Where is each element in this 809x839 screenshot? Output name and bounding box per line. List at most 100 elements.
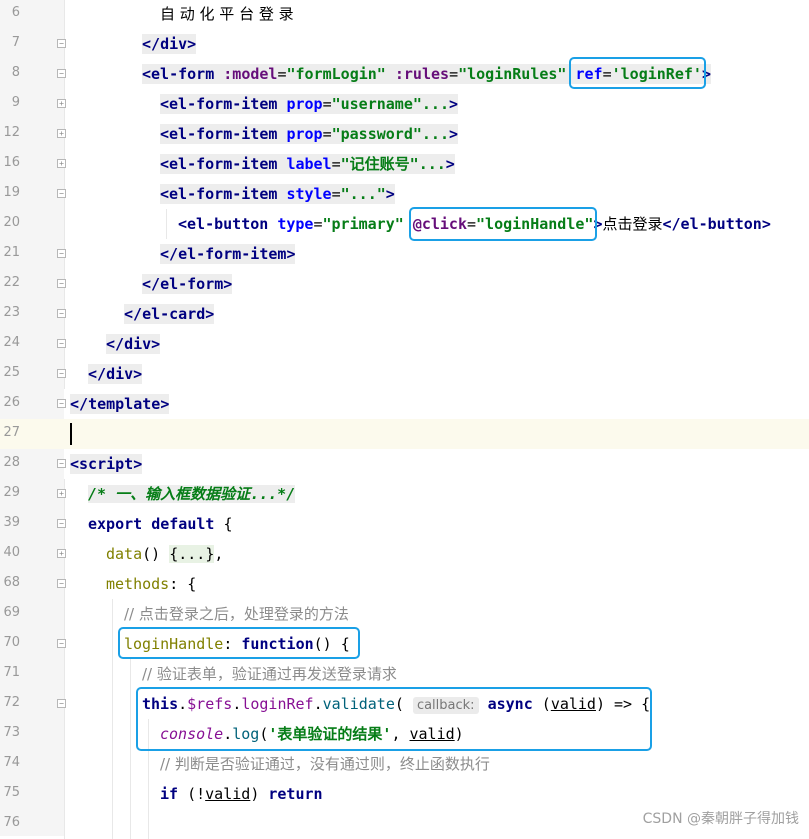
- fold-collapse-icon[interactable]: −: [57, 399, 66, 408]
- fold-expand-icon[interactable]: +: [57, 129, 66, 138]
- code-line[interactable]: 24 − </div>: [0, 329, 809, 359]
- code-token: </: [124, 305, 143, 323]
- indent-guide: [64, 749, 65, 779]
- code-line[interactable]: 7 − </div>: [0, 29, 809, 59]
- indent-guide: [130, 689, 131, 719]
- code-token: :model: [223, 65, 278, 83]
- indent-guide: [64, 809, 65, 839]
- fold-collapse-icon[interactable]: −: [57, 39, 66, 48]
- code-token: =: [313, 215, 323, 233]
- fold-collapse-icon[interactable]: −: [57, 699, 66, 708]
- code-token: 点击登录: [602, 215, 663, 233]
- line-number: 22: [3, 275, 20, 290]
- line-number: 29: [3, 485, 20, 500]
- code-line[interactable]: 22 − </el-form>: [0, 269, 809, 299]
- code-token: prop: [286, 95, 323, 113]
- code-line[interactable]: 75 if (!valid) return: [0, 779, 809, 809]
- code-line[interactable]: 16 + <el-form-item label="记住账号"...>: [0, 149, 809, 179]
- code-line[interactable]: 23 − </el-card>: [0, 299, 809, 329]
- code-text: </template>: [70, 394, 170, 414]
- indent-guide: [112, 599, 113, 629]
- line-number: 28: [3, 455, 20, 470]
- line-number: 21: [3, 245, 20, 260]
- fold-collapse-icon[interactable]: −: [57, 189, 66, 198]
- indent-guide: [166, 209, 167, 239]
- code-line[interactable]: 71 // 验证表单，验证通过再发送登录请求: [0, 659, 809, 689]
- indent-guide: [112, 779, 113, 809]
- code-text: </div>: [142, 34, 197, 54]
- code-token: >: [133, 455, 143, 473]
- code-token: >: [449, 125, 459, 143]
- indent-guide: [112, 749, 113, 779]
- fold-collapse-icon[interactable]: −: [57, 279, 66, 288]
- code-line[interactable]: 27: [0, 419, 809, 449]
- code-text: // 点击登录之后，处理登录的方法: [124, 604, 349, 624]
- fold-collapse-icon[interactable]: −: [57, 459, 66, 468]
- watermark: CSDN @秦朝胖子得加钱: [642, 811, 799, 827]
- line-number: 74: [3, 755, 20, 770]
- text-cursor: [70, 423, 72, 445]
- code-token: "loginRules": [458, 65, 567, 83]
- line-number: 25: [3, 365, 20, 380]
- fold-expand-icon[interactable]: +: [57, 159, 66, 168]
- fold-collapse-icon[interactable]: −: [57, 69, 66, 78]
- indent-guide: [64, 0, 65, 29]
- code-line[interactable]: 20 <el-button type="primary" @click="logi…: [0, 209, 809, 239]
- fold-collapse-icon[interactable]: −: [57, 339, 66, 348]
- code-token: =: [331, 185, 341, 203]
- code-text: <el-form-item prop="username"...>: [160, 94, 459, 114]
- code-text: </div>: [106, 334, 161, 354]
- code-token: {...}: [169, 545, 215, 563]
- code-text: <el-form-item label="记住账号"...>: [160, 154, 455, 174]
- fold-expand-icon[interactable]: +: [57, 489, 66, 498]
- code-line[interactable]: 19 − <el-form-item style="...">: [0, 179, 809, 209]
- fold-collapse-icon[interactable]: −: [57, 519, 66, 528]
- code-token: return: [268, 785, 323, 803]
- line-number: 9: [11, 95, 20, 110]
- code-token: <el-form-item: [160, 95, 287, 113]
- line-number: 70: [3, 635, 20, 650]
- code-line[interactable]: 39 − export default {: [0, 509, 809, 539]
- code-line[interactable]: 26 − </template>: [0, 389, 809, 419]
- fold-collapse-icon[interactable]: −: [57, 639, 66, 648]
- line-number: 16: [3, 155, 20, 170]
- code-line[interactable]: 29 + /* 一、输入框数据验证...*/: [0, 479, 809, 509]
- code-token: "password": [331, 125, 422, 143]
- code-token: =: [449, 65, 459, 83]
- fold-expand-icon[interactable]: +: [57, 549, 66, 558]
- code-line[interactable]: 69 // 点击登录之后，处理登录的方法: [0, 599, 809, 629]
- code-token: ...: [418, 155, 446, 173]
- fold-collapse-icon[interactable]: −: [57, 309, 66, 318]
- code-token: >: [761, 215, 771, 233]
- code-token: </: [142, 35, 161, 53]
- highlight-box-loginhandle: [118, 627, 360, 659]
- code-line[interactable]: 40 + data() {...},: [0, 539, 809, 569]
- fold-collapse-icon[interactable]: −: [57, 369, 66, 378]
- code-token: <el-form: [142, 65, 224, 83]
- code-line[interactable]: 25 − </div>: [0, 359, 809, 389]
- code-text: </el-form-item>: [160, 244, 296, 264]
- fold-expand-icon[interactable]: +: [57, 99, 66, 108]
- code-token: >: [187, 35, 197, 53]
- highlight-box-click: [409, 207, 597, 241]
- fold-collapse-icon[interactable]: −: [57, 579, 66, 588]
- indent-guide: [64, 779, 65, 809]
- code-line[interactable]: 74 // 判断是否验证通过，没有通过则，终止函数执行: [0, 749, 809, 779]
- code-line[interactable]: 12 + <el-form-item prop="password"...>: [0, 119, 809, 149]
- fold-collapse-icon[interactable]: −: [57, 249, 66, 258]
- code-text: <el-form-item style="...">: [160, 184, 395, 204]
- line-number: 39: [3, 515, 20, 530]
- code-line[interactable]: 68 − methods: {: [0, 569, 809, 599]
- highlight-box-ref: [569, 57, 706, 89]
- code-token: >: [160, 395, 170, 413]
- code-line[interactable]: 28 − <script>: [0, 449, 809, 479]
- code-text: </div>: [88, 364, 143, 384]
- code-token: </: [106, 335, 125, 353]
- indent-guide: [148, 779, 149, 809]
- code-line[interactable]: 21 − </el-form-item>: [0, 239, 809, 269]
- code-line[interactable]: 9 + <el-form-item prop="username"...>: [0, 89, 809, 119]
- indent-guide: [64, 209, 65, 239]
- line-number: 76: [3, 815, 20, 830]
- code-line[interactable]: 6 自 动 化 平 台 登 录: [0, 0, 809, 29]
- indent-guide: [130, 809, 131, 839]
